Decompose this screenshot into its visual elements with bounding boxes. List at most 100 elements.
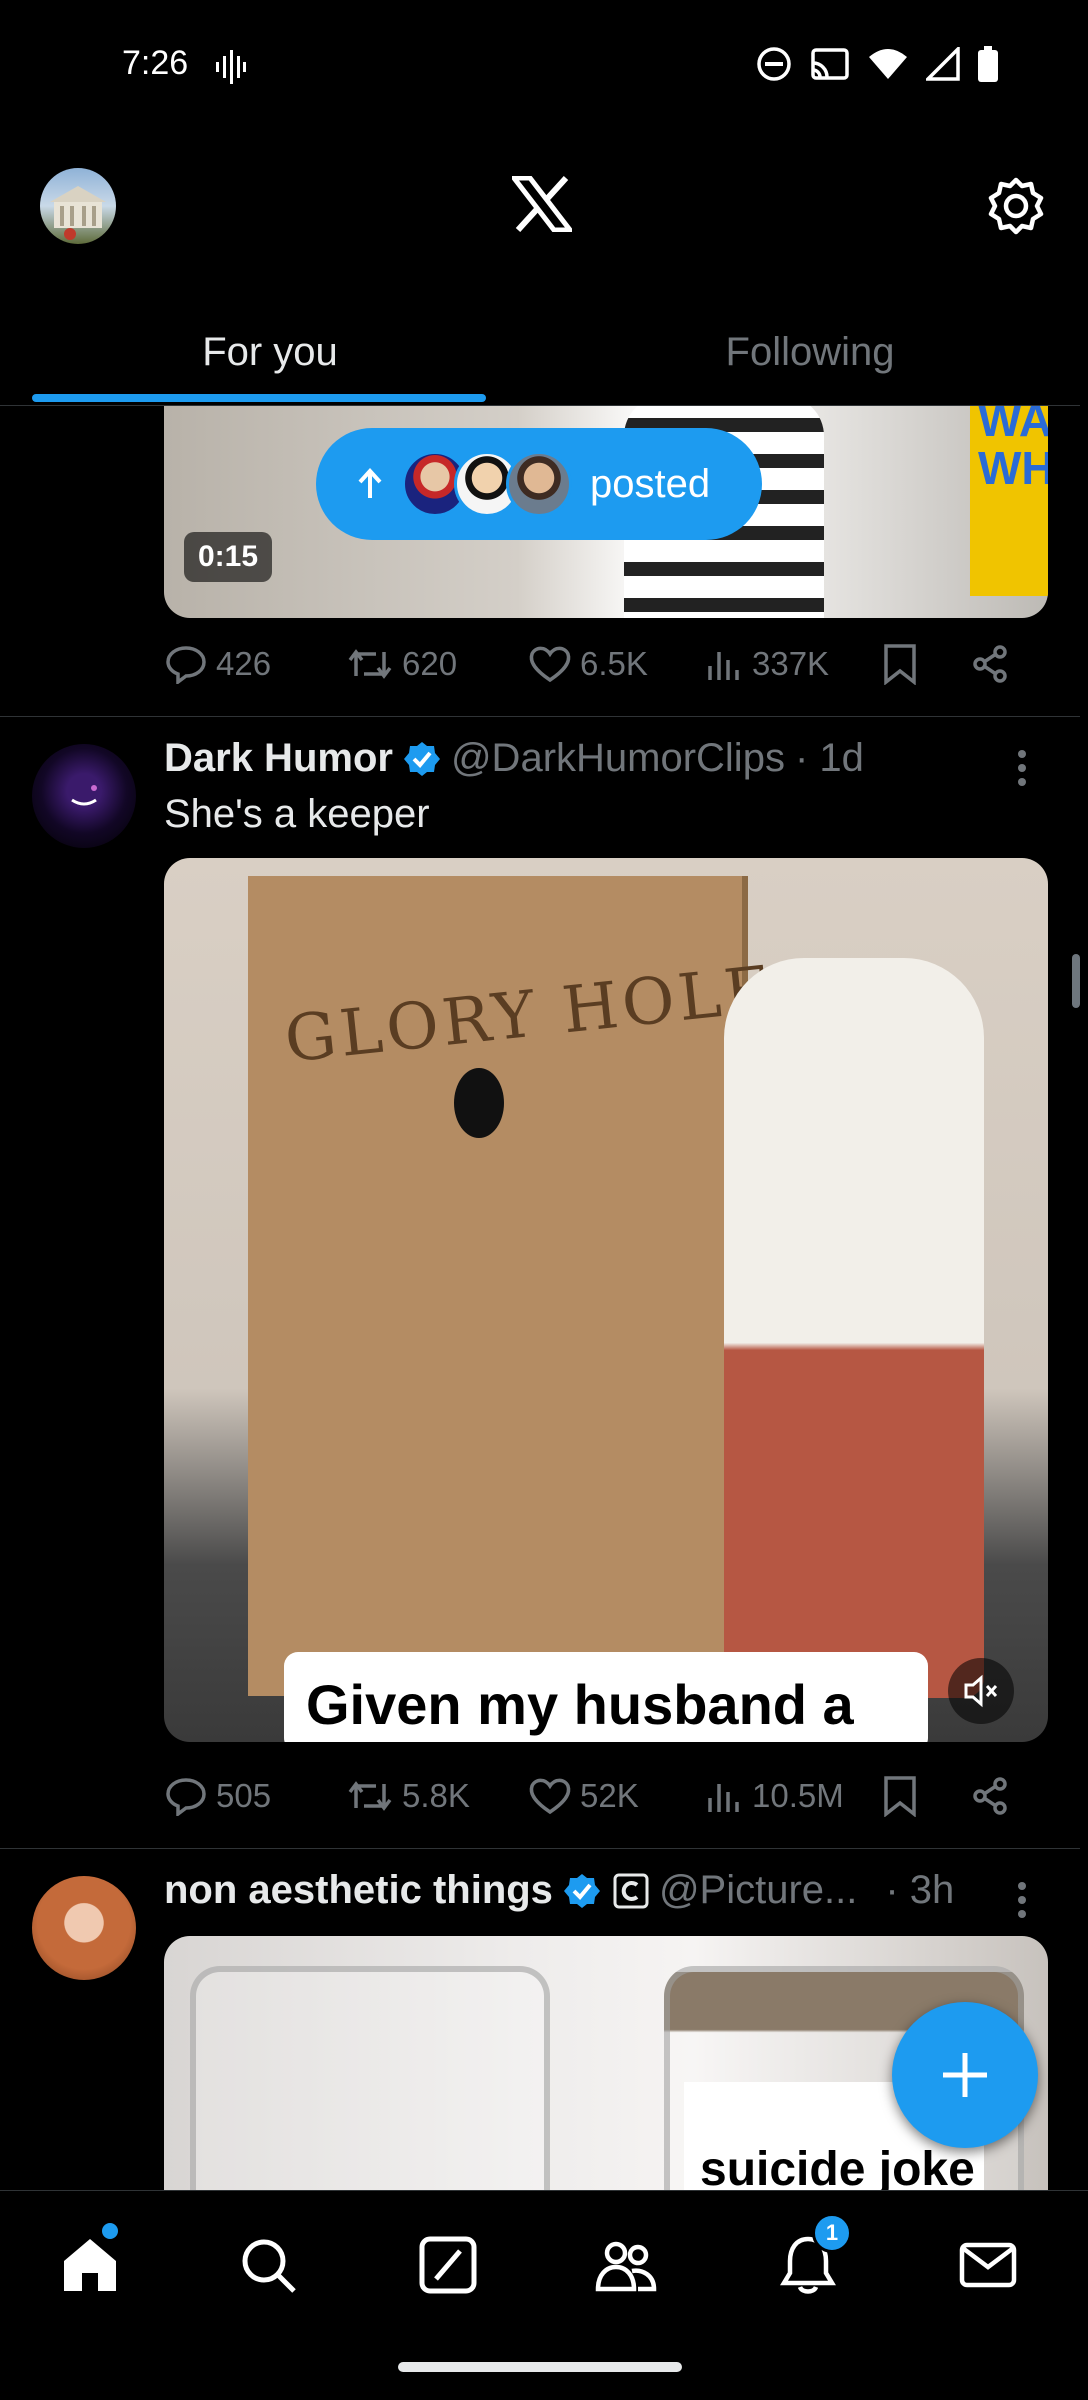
mute-button[interactable] (948, 1658, 1014, 1724)
avatar[interactable] (32, 1876, 136, 1980)
avatar (506, 451, 572, 517)
more-options-icon[interactable] (1016, 748, 1028, 788)
video-frame-sign: WA WH (970, 406, 1048, 596)
nav-messages[interactable] (956, 2233, 1020, 2297)
new-content-dot (102, 2223, 118, 2239)
image-jar (190, 1966, 550, 2190)
verified-badge-icon (563, 1873, 600, 1908)
like-button[interactable]: 52K (528, 1776, 706, 1816)
repost-button[interactable]: 620 (346, 645, 528, 683)
share-icon (973, 1777, 1007, 1815)
soundwave-icon (216, 50, 246, 84)
plus-icon (943, 2053, 987, 2097)
smile-icon (71, 785, 97, 806)
author-handle[interactable]: @DarkHumorClips (451, 736, 785, 781)
video-duration: 0:15 (184, 532, 273, 582)
nav-search[interactable] (236, 2233, 300, 2297)
app-header: For you Following (0, 136, 1088, 406)
profile-avatar[interactable] (40, 168, 116, 244)
do-not-disturb-icon (757, 47, 791, 81)
status-time: 7:26 (122, 44, 189, 82)
tweet-header: Dark Humor @DarkHumorClips · 1d (164, 736, 864, 781)
grok-icon (419, 2236, 477, 2294)
status-bar: 7:26 (0, 0, 1088, 136)
like-count: 6.5K (580, 645, 648, 682)
battery-icon (978, 46, 998, 82)
divider (0, 716, 1080, 717)
video-frame-detail (454, 1068, 504, 1138)
repost-button[interactable]: 5.8K (346, 1777, 528, 1815)
bookmark-button[interactable] (882, 643, 970, 685)
notification-badge: 1 (812, 2213, 852, 2253)
views-button[interactable]: 10.5M (706, 1777, 882, 1815)
view-count: 337K (752, 645, 830, 682)
video-frame-person (724, 958, 984, 1698)
reply-icon (166, 646, 206, 684)
home-icon (64, 2239, 116, 2291)
avatar[interactable] (32, 744, 136, 848)
posted-label: posted (590, 461, 711, 506)
heart-icon (529, 1778, 571, 1815)
home-indicator[interactable] (398, 2362, 682, 2372)
wifi-icon (869, 49, 907, 79)
timeline-feed[interactable]: WA WH 0:15 posted 426 620 6.5K 337K Dark… (0, 406, 1080, 2190)
like-button[interactable]: 6.5K (528, 644, 706, 684)
share-button[interactable] (970, 1776, 1010, 1816)
verified-badge-icon (403, 741, 440, 776)
divider (0, 1848, 1080, 1849)
nav-grok[interactable] (416, 2233, 480, 2297)
nav-communities[interactable] (594, 2233, 658, 2297)
repost-icon (348, 649, 392, 679)
repost-count: 620 (402, 645, 458, 682)
tweet-header: non aesthetic things @Picture... · 3h (164, 1868, 954, 1913)
tweet-time: · 3h (885, 1868, 955, 1912)
building-icon (50, 186, 106, 240)
repost-icon (348, 1781, 392, 1811)
muted-speaker-icon (964, 1674, 998, 1708)
gear-icon[interactable] (986, 176, 1046, 236)
scrollbar[interactable] (1072, 954, 1080, 1008)
repost-count: 5.8K (402, 1777, 470, 1814)
heart-icon (529, 646, 571, 683)
views-icon (708, 1784, 739, 1812)
cast-icon (811, 48, 849, 80)
reply-button[interactable]: 426 (164, 644, 346, 684)
more-options-icon[interactable] (1016, 1880, 1028, 1920)
reply-icon (166, 1778, 206, 1816)
reply-button[interactable]: 505 (164, 1776, 346, 1816)
arrow-up-icon (358, 468, 382, 498)
tweet-time: · 1d (794, 736, 864, 780)
tweet-video[interactable]: GLORY HOLE Given my husband a (164, 858, 1048, 1742)
signal-icon (926, 47, 960, 81)
communities-icon (595, 2241, 657, 2292)
view-count: 10.5M (752, 1777, 844, 1814)
nav-home[interactable] (58, 2233, 122, 2297)
bookmark-icon (884, 644, 916, 685)
share-button[interactable] (970, 644, 1010, 684)
reply-count: 426 (216, 645, 272, 682)
tab-following[interactable]: Following (540, 312, 1080, 392)
new-posts-pill[interactable]: posted (316, 428, 762, 540)
search-icon (242, 2239, 296, 2293)
bookmark-icon (884, 1776, 916, 1817)
tweet-actions: 505 5.8K 52K 10.5M (164, 1766, 1014, 1826)
video-caption: Given my husband a (284, 1652, 928, 1742)
tab-for-you[interactable]: For you (0, 312, 540, 392)
x-logo-icon[interactable] (512, 176, 572, 232)
author-name[interactable]: Dark Humor (164, 736, 393, 781)
affiliate-badge-icon (613, 1873, 649, 1908)
views-button[interactable]: 337K (706, 645, 882, 683)
like-count: 52K (580, 1777, 639, 1814)
status-icons (756, 46, 998, 82)
mail-icon (959, 2242, 1017, 2288)
author-name[interactable]: non aesthetic things (164, 1868, 553, 1913)
share-icon (973, 645, 1007, 683)
author-handle[interactable]: @Picture... (659, 1868, 857, 1913)
views-icon (708, 652, 739, 680)
bookmark-button[interactable] (882, 1775, 970, 1817)
reply-count: 505 (216, 1777, 272, 1814)
posted-avatars (402, 451, 572, 517)
tweet-actions: 426 620 6.5K 337K (164, 634, 1014, 694)
compose-button[interactable] (892, 2002, 1038, 2148)
timeline-tabs: For you Following (0, 312, 1080, 406)
